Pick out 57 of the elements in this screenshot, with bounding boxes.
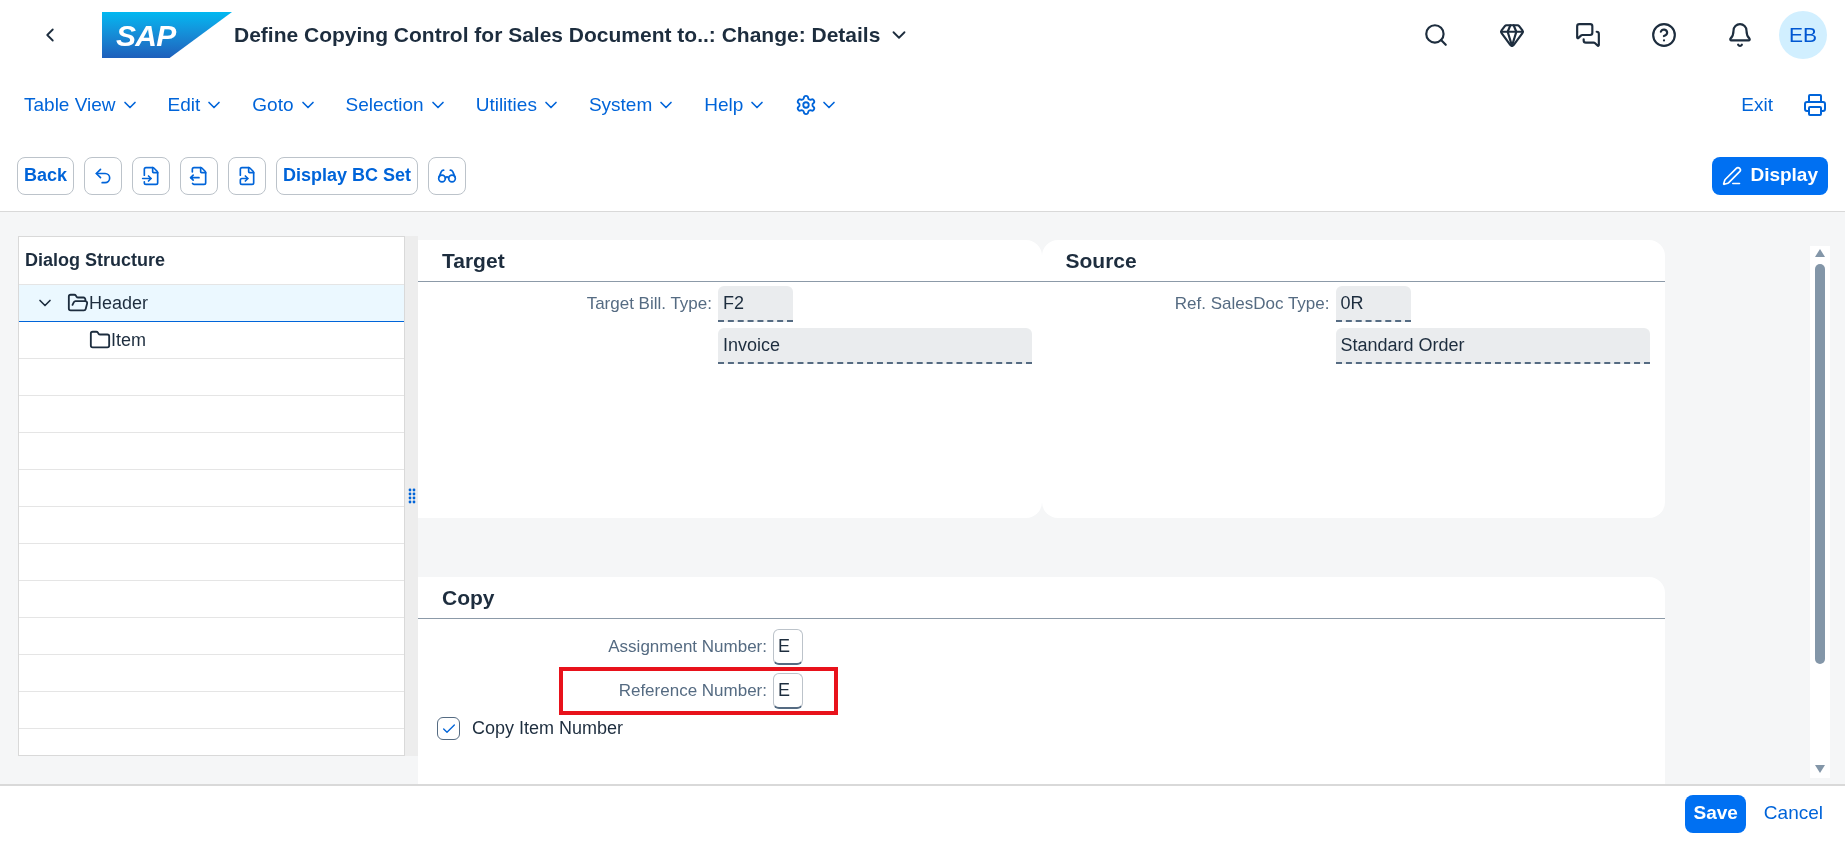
exit-link[interactable]: Exit [1741, 90, 1773, 120]
save-button[interactable]: Save [1685, 794, 1746, 833]
cancel-button[interactable]: Cancel [1763, 799, 1823, 828]
folder-icon [67, 292, 89, 314]
sap-logo[interactable]: SAP [102, 12, 232, 58]
menu-item[interactable]: Table View [24, 90, 140, 120]
value-field[interactable]: F2 [718, 286, 793, 322]
notification-icon[interactable] [1727, 22, 1753, 48]
scrollbar[interactable] [1810, 246, 1830, 778]
description-field: Invoice [718, 328, 1032, 364]
search-icon[interactable] [1423, 22, 1449, 48]
input-field[interactable]: E [773, 629, 803, 665]
grip-icon [407, 488, 416, 504]
chat-icon[interactable] [1575, 22, 1601, 48]
scroll-down-icon[interactable] [1814, 764, 1826, 774]
menu-item[interactable]: Goto [252, 90, 318, 120]
document-in-button[interactable] [132, 156, 171, 195]
checkbox-label: Copy Item Number [472, 717, 624, 740]
value-field[interactable]: 0R [1335, 286, 1411, 322]
back-button[interactable]: Back [17, 156, 75, 195]
section-title: Copy [442, 584, 495, 611]
menu-item[interactable]: Utilities [475, 90, 561, 120]
menu-item[interactable]: Help [704, 90, 768, 120]
pen-icon [1722, 165, 1743, 186]
checkbox[interactable] [437, 717, 460, 740]
tree-item[interactable]: Header [19, 285, 404, 322]
description-field: Standard Order [1335, 328, 1650, 364]
field-label: Target Bill. Type: [585, 293, 713, 316]
input-field[interactable]: E [773, 673, 803, 709]
settings-icon [795, 94, 818, 116]
document-out-icon [189, 165, 210, 186]
display-button[interactable]: Display [1712, 156, 1828, 195]
menu-item[interactable]: Edit [167, 90, 225, 120]
undo-button[interactable] [84, 156, 123, 195]
display-bc-set-button[interactable]: Display BC Set [276, 156, 419, 195]
field-label: Ref. SalesDoc Type: [1173, 293, 1331, 316]
menu-item[interactable]: Selection [345, 90, 448, 120]
section-title: Source [1065, 247, 1137, 274]
field-label: Assignment Number: [607, 636, 768, 659]
tree-item-label: Header [89, 291, 149, 315]
app-title-menu[interactable]: Define Copying Control for Sales Document to..: Change: Details [234, 19, 911, 51]
diamond-icon[interactable] [1499, 22, 1525, 48]
tree-item-label: Item [111, 328, 146, 352]
section-title: Target [442, 247, 505, 274]
field-label: Reference Number: [617, 680, 768, 703]
panel-title: Dialog Structure [25, 249, 166, 272]
printer-icon[interactable] [1803, 93, 1827, 117]
document-link-icon [237, 165, 258, 186]
menu-item[interactable]: System [588, 90, 677, 120]
scroll-up-icon[interactable] [1814, 248, 1826, 258]
user-avatar[interactable]: EB [1779, 11, 1827, 59]
document-in-icon [141, 165, 162, 186]
help-icon[interactable] [1651, 22, 1677, 48]
document-out-button[interactable] [180, 156, 219, 195]
document-link-button[interactable] [228, 156, 267, 195]
folder-icon [89, 329, 111, 351]
glasses-button[interactable] [428, 156, 467, 195]
